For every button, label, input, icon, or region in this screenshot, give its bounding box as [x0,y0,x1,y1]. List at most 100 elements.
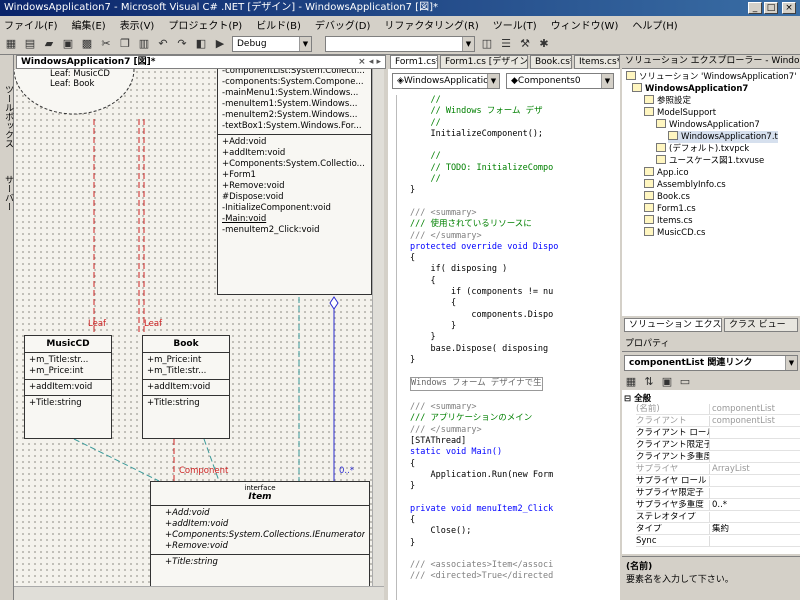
new-project-icon[interactable]: ▦ [4,37,18,51]
menu-file[interactable]: ファイル(F) [4,17,58,32]
tab-designer[interactable]: WindowsApplication7 [図]* × ◂ ▸ [16,55,386,69]
property-row[interactable]: サプライヤ多重度 0..* [636,500,800,511]
alphabetical-icon[interactable]: ⇅ [642,375,656,389]
close-tab-icon[interactable]: × ◂ ▸ [358,56,381,68]
property-value[interactable]: 0..* [712,500,800,510]
toolbox-icon[interactable]: ⚒ [518,37,532,51]
platform-select[interactable]: ▼ [325,35,475,52]
tree-assemblyinfo[interactable]: AssemblyInfo.cs [644,179,726,191]
tab-form1-cs[interactable]: Form1.cs* [390,55,438,69]
class-view-icon[interactable]: ✱ [537,37,551,51]
menu-view[interactable]: 表示(V) [120,17,155,32]
minimize-button[interactable]: _ [748,2,762,14]
menu-help[interactable]: ヘルプ(H) [632,17,677,32]
property-row[interactable]: クライアント限定子 [636,440,800,451]
solution-tree[interactable]: ソリューション 'WindowsApplication7' (1 Windows… [622,69,800,316]
tree-usecase-diagram[interactable]: ユースケース図1.txvuse [656,155,764,167]
properties-icon[interactable]: ☰ [499,37,513,51]
open-icon[interactable]: ▰ [42,37,56,51]
member-dropdown[interactable]: ◆Components0 ▼ [506,73,614,89]
menu-window[interactable]: ウィンドウ(W) [551,17,619,32]
property-row[interactable]: タイプ 集約 [636,524,800,535]
musiccd-class-box[interactable]: MusicCD +m_Title:str... +m_Price:int +ad… [24,335,112,439]
tree-form1-cs[interactable]: Form1.cs [644,203,696,215]
property-value[interactable]: componentList [712,404,800,414]
tree-references[interactable]: 参照設定 [644,95,691,107]
property-value[interactable]: componentList [712,416,800,426]
property-row[interactable]: クライアント componentList [636,416,800,427]
property-description: (名前) 要素名を入力して下さい。 [622,556,800,600]
menu-edit[interactable]: 編集(E) [72,17,106,32]
code-line: } [410,537,416,548]
solution-explorer-icon[interactable]: ◫ [480,37,494,51]
code-line: // [410,95,441,105]
code-editor[interactable]: ◈WindowsApplicatior ▼ ◆Components0 ▼ // //… [388,69,620,600]
property-value[interactable]: 集約 [712,524,800,534]
menu-refactor[interactable]: リファクタリング(R) [384,17,478,32]
property-value[interactable]: ArrayList [712,464,800,474]
property-row[interactable]: (名前) componentList [636,404,800,415]
properties-view-icon[interactable]: ▣ [660,375,674,389]
tree-model-file[interactable]: WindowsApplication7.t [668,131,778,143]
add-item-icon[interactable]: ▤ [23,37,37,51]
book-class-box[interactable]: Book +m_Price:int +m_Title:str... +addIt… [142,335,230,439]
menu-project[interactable]: プロジェクト(P) [168,17,242,32]
class-diagram-canvas[interactable]: Leaf: MusicCD Leaf: Book -componentList:… [14,69,384,586]
menu-debug[interactable]: デバッグ(D) [315,17,371,32]
navigate-icon[interactable]: ◧ [194,37,208,51]
redo-icon[interactable]: ↷ [175,37,189,51]
save-icon[interactable]: ▣ [61,37,75,51]
start-debug-icon[interactable]: ▶ [213,37,227,51]
item-interface-box[interactable]: interface Item +Add:void +addItem:void +… [150,481,370,586]
category-general[interactable]: ⊟ 全般 [624,392,651,404]
menu-build[interactable]: ビルド(B) [256,17,301,32]
undo-icon[interactable]: ↶ [156,37,170,51]
property-row[interactable]: クライアント多重度 [636,452,800,463]
designer-horizontal-scrollbar[interactable] [14,586,384,600]
code-line: /// <summary> [410,207,477,218]
menu-tools[interactable]: ツール(T) [493,17,537,32]
properties-grid[interactable]: ⊟ 全般 (名前) componentList クライアント componentLis… [622,390,800,554]
config-select[interactable]: Debug ▼ [232,35,312,52]
properties-object-select[interactable]: componentList 関連リンク ▼ [624,355,798,371]
tab-form1-design[interactable]: Form1.cs [デザイン]* [440,55,528,69]
categorized-icon[interactable]: ▦ [624,375,638,389]
tab-solution-explorer[interactable]: ソリューション エクス... [624,318,722,332]
property-row[interactable]: クライアント ロール [636,428,800,439]
maximize-button[interactable]: □ [764,2,778,14]
tree-project[interactable]: WindowsApplication7 [632,83,748,95]
property-row[interactable]: サプライヤ ArrayList [636,464,800,475]
property-name: クライアント限定子 [636,440,710,450]
property-pages-icon[interactable]: ▭ [678,375,692,389]
tab-class-view[interactable]: クラス ビュー [724,318,798,332]
tree-book-cs[interactable]: Book.cs [644,191,690,203]
property-name: Sync [636,536,710,546]
property-row[interactable]: サプライヤ限定子 [636,488,800,499]
tree-solution[interactable]: ソリューション 'WindowsApplication7' (1 [626,71,800,83]
code-line: { [410,253,416,264]
tree-model-folder[interactable]: WindowsApplication7 [656,119,760,131]
implements-connector-1[interactable] [73,438,160,482]
class-dropdown[interactable]: ◈WindowsApplicatior ▼ [392,73,500,89]
property-row[interactable]: サプライヤ ロール [636,476,800,487]
tree-musiccd-cs[interactable]: MusicCD.cs [644,227,705,239]
cut-icon[interactable]: ✂ [99,37,113,51]
chevron-down-icon: ▼ [299,36,311,51]
property-row[interactable]: Sync [636,536,800,547]
copy-icon[interactable]: ❐ [118,37,132,51]
save-all-icon[interactable]: ▩ [80,37,94,51]
tree-app-ico[interactable]: App.ico [644,167,689,179]
designer-vertical-scrollbar[interactable] [372,69,384,586]
tab-book-cs[interactable]: Book.cs* [530,55,572,69]
paste-icon[interactable]: ▥ [137,37,151,51]
form1-class-box[interactable]: -componentList:System.Collecti... -compo… [217,69,372,295]
tab-items-cs[interactable]: Items.cs* [574,55,620,69]
tree-default-package[interactable]: (デフォルト).txvpck [656,143,749,155]
folder-icon [644,95,654,104]
property-row[interactable]: ステレオタイプ [636,512,800,523]
close-button[interactable]: × [782,2,796,14]
tree-modelsupport[interactable]: ModelSupport [644,107,716,119]
tree-items-cs[interactable]: Items.cs [644,215,693,227]
